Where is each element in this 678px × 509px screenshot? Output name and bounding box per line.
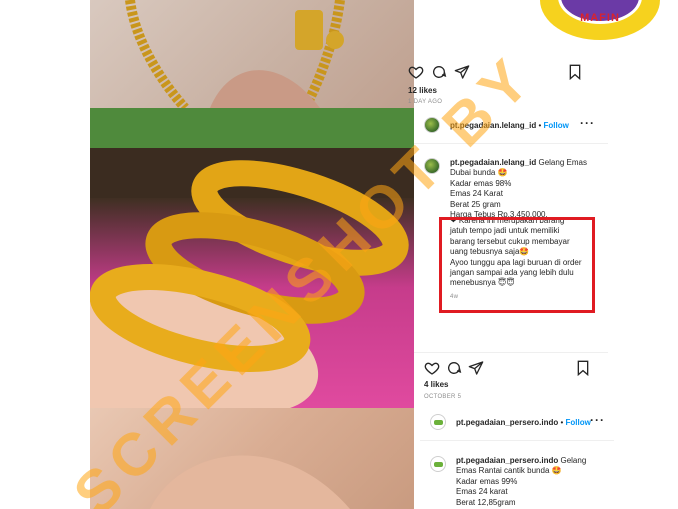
post2-photo[interactable] [90, 108, 414, 408]
post3-photo[interactable] [90, 408, 414, 509]
post1-actions [408, 64, 588, 84]
post2-username[interactable]: pt.pegadaian.lelang_id [450, 121, 536, 130]
post3-caption-avatar[interactable] [430, 456, 446, 472]
post2-date: OCTOBER 5 [424, 394, 462, 400]
post3-caption: pt.pegadaian_persero.indo Gelang Emas Ra… [456, 456, 606, 508]
post2-separator: • [538, 121, 542, 130]
post3-username[interactable]: pt.pegadaian_persero.indo [456, 418, 558, 427]
post2-caption-text: Gelang Emas Dubai bunda 🤩 Kadar emas 98%… [450, 158, 587, 220]
post2-caption-user[interactable]: pt.pegadaian.lelang_id [450, 158, 536, 167]
post3-header: pt.pegadaian_persero.indo • Follow [456, 418, 591, 427]
post2-header-divider [414, 143, 608, 144]
post3-avatar[interactable] [430, 414, 446, 430]
post2-more-icon[interactable]: ··· [580, 116, 595, 130]
post2-avatar[interactable] [424, 117, 440, 133]
share-icon[interactable] [468, 360, 484, 376]
highlight-box [439, 217, 595, 313]
post1-time: 1 DAY AGO [408, 99, 443, 105]
post2-footer-divider [414, 352, 608, 353]
mafindo-badge: MAFIN [540, 0, 660, 40]
comment-icon[interactable] [431, 64, 447, 80]
post2-header: pt.pegadaian.lelang_id • Follow [450, 121, 569, 130]
post3-header-divider [420, 440, 614, 441]
share-icon[interactable] [454, 64, 470, 80]
gold-chain-bracelet-image [125, 0, 345, 108]
heart-icon[interactable] [424, 360, 440, 376]
post2-actions [424, 360, 604, 380]
post2-caption-avatar[interactable] [424, 158, 440, 174]
post3-image [150, 455, 350, 509]
post3-more-icon[interactable]: ··· [590, 413, 605, 427]
post1-likes[interactable]: 12 likes [408, 86, 437, 95]
post3-caption-user[interactable]: pt.pegadaian_persero.indo [456, 456, 558, 465]
badge-label: MAFIN [580, 12, 620, 24]
post2-follow-button[interactable]: Follow [544, 121, 569, 130]
bookmark-icon[interactable] [576, 360, 590, 376]
post3-follow-button[interactable]: Follow [566, 418, 591, 427]
heart-icon[interactable] [408, 64, 424, 80]
post2-caption: pt.pegadaian.lelang_id Gelang Emas Dubai… [450, 158, 600, 220]
post2-likes[interactable]: 4 likes [424, 380, 448, 389]
screenshot-stage: MAFIN 12 likes 1 DAY AGO pt.pegadaian.le… [0, 0, 678, 509]
bookmark-icon[interactable] [568, 64, 582, 80]
comment-icon[interactable] [446, 360, 462, 376]
post3-separator: • [560, 418, 564, 427]
post1-photo[interactable] [90, 0, 414, 108]
gold-bangles-image [90, 108, 414, 408]
